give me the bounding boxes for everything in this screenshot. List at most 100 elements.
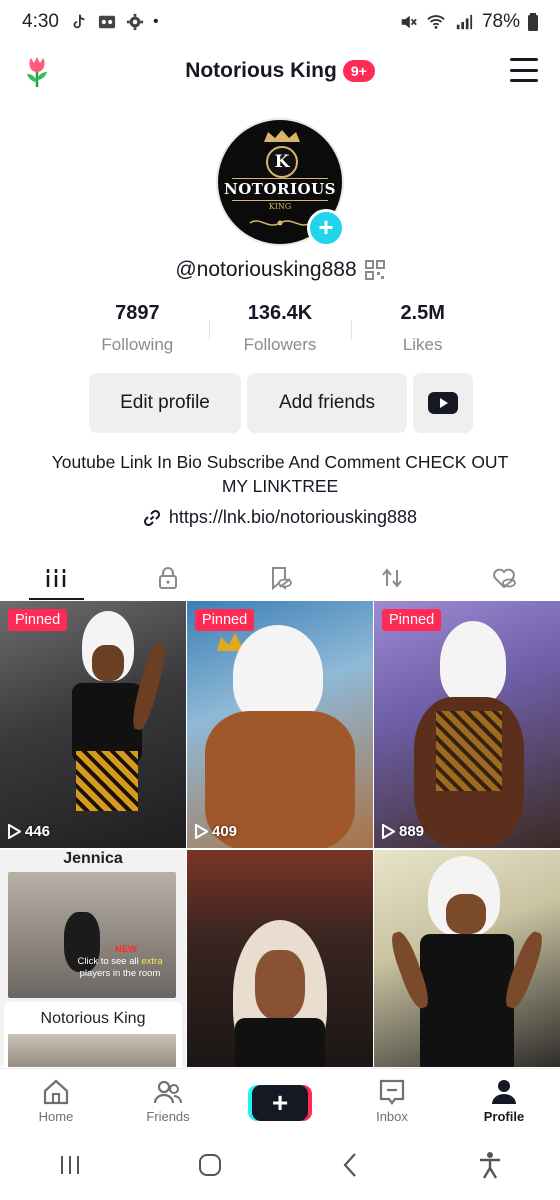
tab-favorites[interactable] xyxy=(224,556,336,600)
view-count-value: 409 xyxy=(212,823,238,840)
stat-followers[interactable]: 136.4K Followers xyxy=(208,302,352,355)
edit-profile-button[interactable]: Edit profile xyxy=(89,373,241,433)
status-bar: 4:30 • 78% xyxy=(0,0,560,44)
battery-icon xyxy=(528,13,538,31)
grid-icon xyxy=(45,569,67,587)
add-avatar-button[interactable]: + xyxy=(307,209,345,247)
avatar-brand-text: NOTORIOUS xyxy=(224,180,336,198)
nav-label: Inbox xyxy=(376,1109,408,1124)
recent-apps-button[interactable] xyxy=(50,1145,90,1185)
bottom-nav: Home Friends + Inbox Profile xyxy=(0,1068,560,1130)
mute-icon xyxy=(401,15,417,29)
crown-icon xyxy=(264,130,300,142)
view-count: 889 xyxy=(382,823,424,840)
stat-label: Followers xyxy=(243,335,317,354)
pinned-badge: Pinned xyxy=(382,609,442,631)
video-thumbnail[interactable]: Pinned 889 xyxy=(374,601,560,848)
pinned-badge: Pinned xyxy=(195,609,255,631)
pinned-badge: Pinned xyxy=(8,609,68,631)
username-row: @notoriousking888 xyxy=(0,258,560,282)
youtube-button[interactable] xyxy=(413,373,473,433)
repost-icon xyxy=(382,568,402,588)
profile-title[interactable]: Notorious King xyxy=(185,59,337,83)
create-button[interactable]: + xyxy=(252,1085,308,1121)
menu-icon[interactable] xyxy=(510,58,538,82)
stat-value: 7897 xyxy=(115,302,160,324)
stat-value: 136.4K xyxy=(247,302,313,324)
video-thumbnail[interactable] xyxy=(187,850,373,1067)
nav-create[interactable]: + xyxy=(224,1069,336,1130)
stat-value: 2.5M xyxy=(400,302,445,324)
qr-code-icon[interactable] xyxy=(364,260,385,280)
view-count-value: 446 xyxy=(25,823,51,840)
home-circle-icon xyxy=(199,1154,221,1176)
tab-liked[interactable] xyxy=(448,556,560,600)
video-thumbnail[interactable]: Jennica ← NEW Click to see all extra pla… xyxy=(0,850,186,1067)
recent-apps-icon xyxy=(61,1156,79,1174)
youtube-icon xyxy=(428,392,458,414)
nav-home[interactable]: Home xyxy=(0,1069,112,1130)
video-grid: Pinned 446 Pinned 409 Pinned 889 Jennica… xyxy=(0,601,560,1067)
voicemail-icon xyxy=(98,15,116,29)
thumbnail-subtitle: Notorious King xyxy=(40,1010,146,1027)
content-tabs xyxy=(0,556,560,600)
video-thumbnail[interactable]: Pinned 409 xyxy=(187,601,373,848)
nav-friends[interactable]: Friends xyxy=(112,1069,224,1130)
accessibility-button[interactable] xyxy=(470,1145,510,1185)
link-icon xyxy=(143,509,160,526)
accessibility-icon xyxy=(480,1152,500,1179)
nav-label: Profile xyxy=(483,1109,525,1124)
flourish-ornament xyxy=(249,220,311,226)
stat-label: Likes xyxy=(402,335,443,354)
profile-actions: Edit profile Add friends xyxy=(89,373,473,433)
nav-label: Home xyxy=(38,1109,74,1124)
lock-icon xyxy=(159,567,177,589)
add-friends-button[interactable]: Add friends xyxy=(247,373,407,433)
stat-following[interactable]: 7897 Following xyxy=(66,302,209,355)
back-chevron-icon xyxy=(343,1153,356,1177)
avatar-initial: K xyxy=(266,146,298,178)
more-notifications-dot: • xyxy=(152,13,159,30)
nav-inbox[interactable]: Inbox xyxy=(336,1069,448,1130)
clock: 4:30 xyxy=(22,11,59,32)
bookmark-hidden-icon xyxy=(272,567,292,591)
tab-private[interactable] xyxy=(112,556,224,600)
signal-icon xyxy=(456,14,473,30)
play-icon xyxy=(8,824,21,839)
tulip-icon[interactable] xyxy=(22,54,52,88)
thumbnail-caption: ← NEW Click to see all extra players in … xyxy=(77,944,163,979)
system-nav-bar xyxy=(0,1130,560,1200)
bio-link-text: https://lnk.bio/notoriousking888 xyxy=(168,507,418,527)
battery-percent: 78% xyxy=(481,11,520,32)
nav-label: Friends xyxy=(146,1109,190,1124)
tab-videos[interactable] xyxy=(0,556,112,600)
stat-label: Following xyxy=(101,335,174,354)
play-icon xyxy=(382,824,395,839)
home-system-button[interactable] xyxy=(190,1145,230,1185)
view-count: 409 xyxy=(195,823,237,840)
heart-hidden-icon xyxy=(493,568,516,589)
friends-icon xyxy=(153,1080,182,1104)
play-icon xyxy=(195,824,208,839)
profile-stats: 7897 Following 136.4K Followers 2.5M Lik… xyxy=(66,302,494,355)
video-thumbnail[interactable]: Pinned 446 xyxy=(0,601,186,848)
video-thumbnail[interactable] xyxy=(374,850,560,1067)
tab-reposts[interactable] xyxy=(336,556,448,600)
wifi-icon xyxy=(427,15,445,29)
back-button[interactable] xyxy=(330,1145,370,1185)
settings-gear-icon xyxy=(126,13,144,31)
notification-badge: 9+ xyxy=(342,60,375,82)
profile-header: Notorious King 9+ xyxy=(0,48,560,94)
home-icon xyxy=(43,1079,69,1105)
username: @notoriousking888 xyxy=(175,258,357,281)
inbox-icon xyxy=(379,1079,405,1105)
bio-link[interactable]: https://lnk.bio/notoriousking888 xyxy=(0,507,560,528)
profile-icon xyxy=(492,1080,516,1104)
stat-likes[interactable]: 2.5M Likes xyxy=(351,302,494,355)
bio-text: Youtube Link In Bio Subscribe And Commen… xyxy=(51,452,509,496)
nav-profile[interactable]: Profile xyxy=(448,1069,560,1130)
view-count-value: 889 xyxy=(399,823,425,840)
view-count: 446 xyxy=(8,823,50,840)
tiktok-notification-icon xyxy=(73,14,85,29)
thumbnail-title: Jennica xyxy=(63,850,123,867)
